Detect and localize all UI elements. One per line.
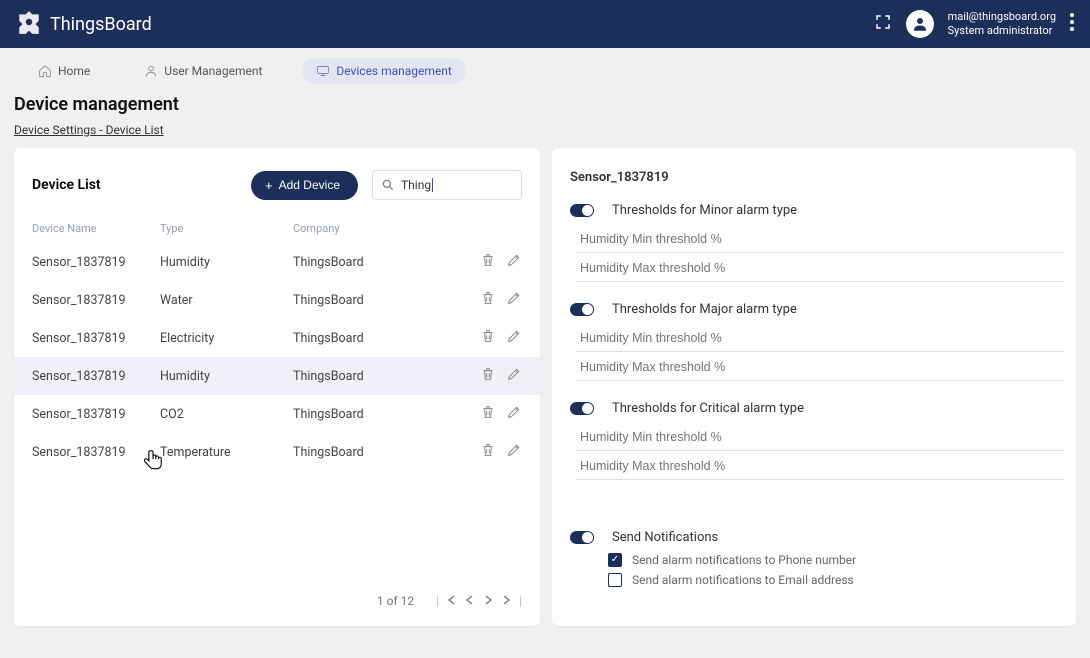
- edit-icon[interactable]: [506, 442, 522, 462]
- threshold-max-input[interactable]: [576, 354, 1064, 381]
- add-device-button[interactable]: + Add Device: [251, 171, 358, 200]
- page-first-icon[interactable]: [447, 594, 457, 608]
- trash-icon[interactable]: [480, 404, 496, 424]
- more-icon[interactable]: [1070, 13, 1074, 35]
- table-row[interactable]: Sensor_1837819HumidityThingsBoard: [14, 357, 540, 395]
- threshold-max-input[interactable]: [576, 453, 1064, 480]
- trash-icon[interactable]: [480, 290, 496, 310]
- page-prev-icon[interactable]: [465, 594, 475, 608]
- threshold-min-input[interactable]: [576, 424, 1064, 451]
- user-icon: [144, 64, 158, 78]
- search-text: Thing: [401, 178, 433, 193]
- threshold-label: Thresholds for Minor alarm type: [612, 203, 797, 218]
- fullscreen-icon[interactable]: [874, 13, 892, 35]
- edit-icon[interactable]: [506, 252, 522, 272]
- sensor-title: Sensor_1837819: [570, 170, 1058, 185]
- notif-email-checkbox[interactable]: [608, 573, 622, 587]
- cell-name: Sensor_1837819: [32, 369, 160, 384]
- table-row[interactable]: Sensor_1837819TemperatureThingsBoard: [32, 433, 522, 471]
- edit-icon[interactable]: [506, 366, 522, 386]
- cell-type: Humidity: [160, 255, 293, 270]
- cell-company: ThingsBoard: [293, 369, 462, 384]
- cell-type: Humidity: [160, 369, 293, 384]
- threshold-min-input[interactable]: [576, 325, 1064, 352]
- cell-company: ThingsBoard: [293, 407, 462, 422]
- tab-devices-management[interactable]: Devices management: [302, 58, 465, 84]
- page-title: Device management: [14, 94, 1076, 115]
- cell-company: ThingsBoard: [293, 255, 462, 270]
- send-notifications-label: Send Notifications: [612, 530, 718, 545]
- monitor-icon: [316, 64, 330, 78]
- cell-name: Sensor_1837819: [32, 445, 160, 460]
- avatar[interactable]: [906, 10, 934, 38]
- table-row[interactable]: Sensor_1837819CO2ThingsBoard: [32, 395, 522, 433]
- trash-icon[interactable]: [480, 366, 496, 386]
- cell-name: Sensor_1837819: [32, 255, 160, 270]
- table-row[interactable]: Sensor_1837819ElectricityThingsBoard: [32, 319, 522, 357]
- user-role: System administrator: [948, 24, 1056, 38]
- threshold-toggle[interactable]: [570, 303, 594, 316]
- trash-icon[interactable]: [480, 442, 496, 462]
- cell-company: ThingsBoard: [293, 293, 462, 308]
- notif-phone-checkbox[interactable]: [608, 553, 622, 567]
- cell-name: Sensor_1837819: [32, 407, 160, 422]
- page-next-icon[interactable]: [483, 594, 493, 608]
- brand-icon: [16, 9, 42, 40]
- cell-type: CO2: [160, 407, 293, 422]
- cell-type: Electricity: [160, 331, 293, 346]
- tab-home[interactable]: Home: [24, 58, 104, 84]
- send-notifications-toggle[interactable]: [570, 531, 594, 544]
- brand-text: ThingsBoard: [50, 14, 152, 35]
- user-email: mail@thingsboard.org: [948, 10, 1056, 24]
- threshold-min-input[interactable]: [576, 226, 1064, 253]
- user-info: mail@thingsboard.org System administrato…: [948, 10, 1056, 39]
- table-row[interactable]: Sensor_1837819WaterThingsBoard: [32, 281, 522, 319]
- cell-type: Temperature: [160, 445, 293, 460]
- pagination-text: 1 of 12: [377, 594, 414, 608]
- cell-name: Sensor_1837819: [32, 331, 160, 346]
- breadcrumb[interactable]: Device Settings - Device List: [14, 123, 164, 137]
- table-row[interactable]: Sensor_1837819HumidityThingsBoard: [32, 243, 522, 281]
- edit-icon[interactable]: [506, 290, 522, 310]
- tab-user-management[interactable]: User Management: [130, 58, 276, 84]
- brand: ThingsBoard: [16, 9, 152, 40]
- trash-icon[interactable]: [480, 252, 496, 272]
- plus-icon: +: [265, 178, 273, 193]
- table-header: Device Name Type Company: [32, 214, 522, 243]
- search-input[interactable]: Thing: [372, 170, 522, 200]
- page-last-icon[interactable]: [501, 594, 511, 608]
- cell-name: Sensor_1837819: [32, 293, 160, 308]
- threshold-toggle[interactable]: [570, 402, 594, 415]
- threshold-label: Thresholds for Major alarm type: [612, 302, 797, 317]
- edit-icon[interactable]: [506, 404, 522, 424]
- cell-company: ThingsBoard: [293, 445, 462, 460]
- home-icon: [38, 64, 52, 78]
- edit-icon[interactable]: [506, 328, 522, 348]
- search-icon: [381, 178, 395, 192]
- device-list-title: Device List: [32, 177, 101, 193]
- threshold-toggle[interactable]: [570, 204, 594, 217]
- trash-icon[interactable]: [480, 328, 496, 348]
- cell-type: Water: [160, 293, 293, 308]
- threshold-label: Thresholds for Critical alarm type: [612, 401, 804, 416]
- threshold-max-input[interactable]: [576, 255, 1064, 282]
- cell-company: ThingsBoard: [293, 331, 462, 346]
